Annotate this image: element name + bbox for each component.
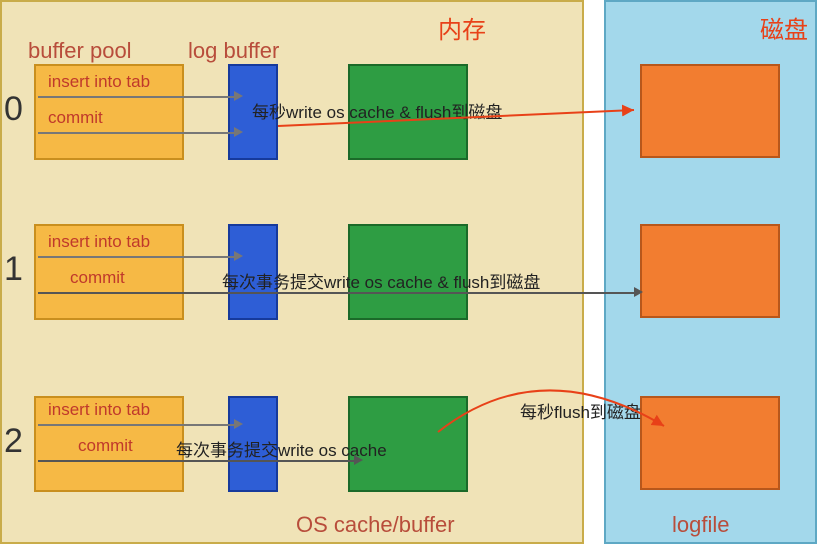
logfile-header: logfile	[672, 512, 729, 538]
row-1-commit-arrow	[634, 287, 643, 297]
row-2-op2: commit	[78, 436, 133, 456]
row-1-commit-line	[38, 292, 634, 294]
row-0-op1: insert into tab	[48, 72, 150, 92]
logfile-box-1	[640, 224, 780, 318]
row-2-op1-line	[38, 424, 234, 426]
row-0-op1-line	[38, 96, 234, 98]
row-2-flow2: 每秒flush到磁盘	[520, 398, 641, 423]
logfile-box-0	[640, 64, 780, 158]
os-cache-header: OS cache/buffer	[296, 512, 455, 538]
row-2-index: 2	[4, 422, 23, 461]
memory-label: 内存	[438, 10, 486, 45]
row-0-op2: commit	[48, 108, 103, 128]
row-2-commit-line	[38, 460, 354, 462]
row-2-commit-arrow	[354, 455, 363, 465]
disk-label: 磁盘	[760, 10, 808, 45]
buffer-pool-header: buffer pool	[28, 38, 132, 64]
row-0-flow1: 每秒write os cache & flush到磁盘	[252, 98, 502, 123]
row-1-index: 1	[4, 250, 23, 289]
row-1-op1: insert into tab	[48, 232, 150, 252]
row-0-op2-arrow	[234, 127, 243, 137]
row-0-index: 0	[4, 90, 23, 129]
row-1-op1-line	[38, 256, 234, 258]
row-1-op1-arrow	[234, 251, 243, 261]
row-1-op2: commit	[70, 268, 125, 288]
row-2-op1-arrow	[234, 419, 243, 429]
row-0-op1-arrow	[234, 91, 243, 101]
row-2-op1: insert into tab	[48, 400, 150, 420]
row-0-op2-line	[38, 132, 234, 134]
logfile-box-2	[640, 396, 780, 490]
row-1-flow1: 每次事务提交write os cache & flush到磁盘	[222, 268, 540, 293]
log-buffer-header: log buffer	[188, 38, 279, 64]
